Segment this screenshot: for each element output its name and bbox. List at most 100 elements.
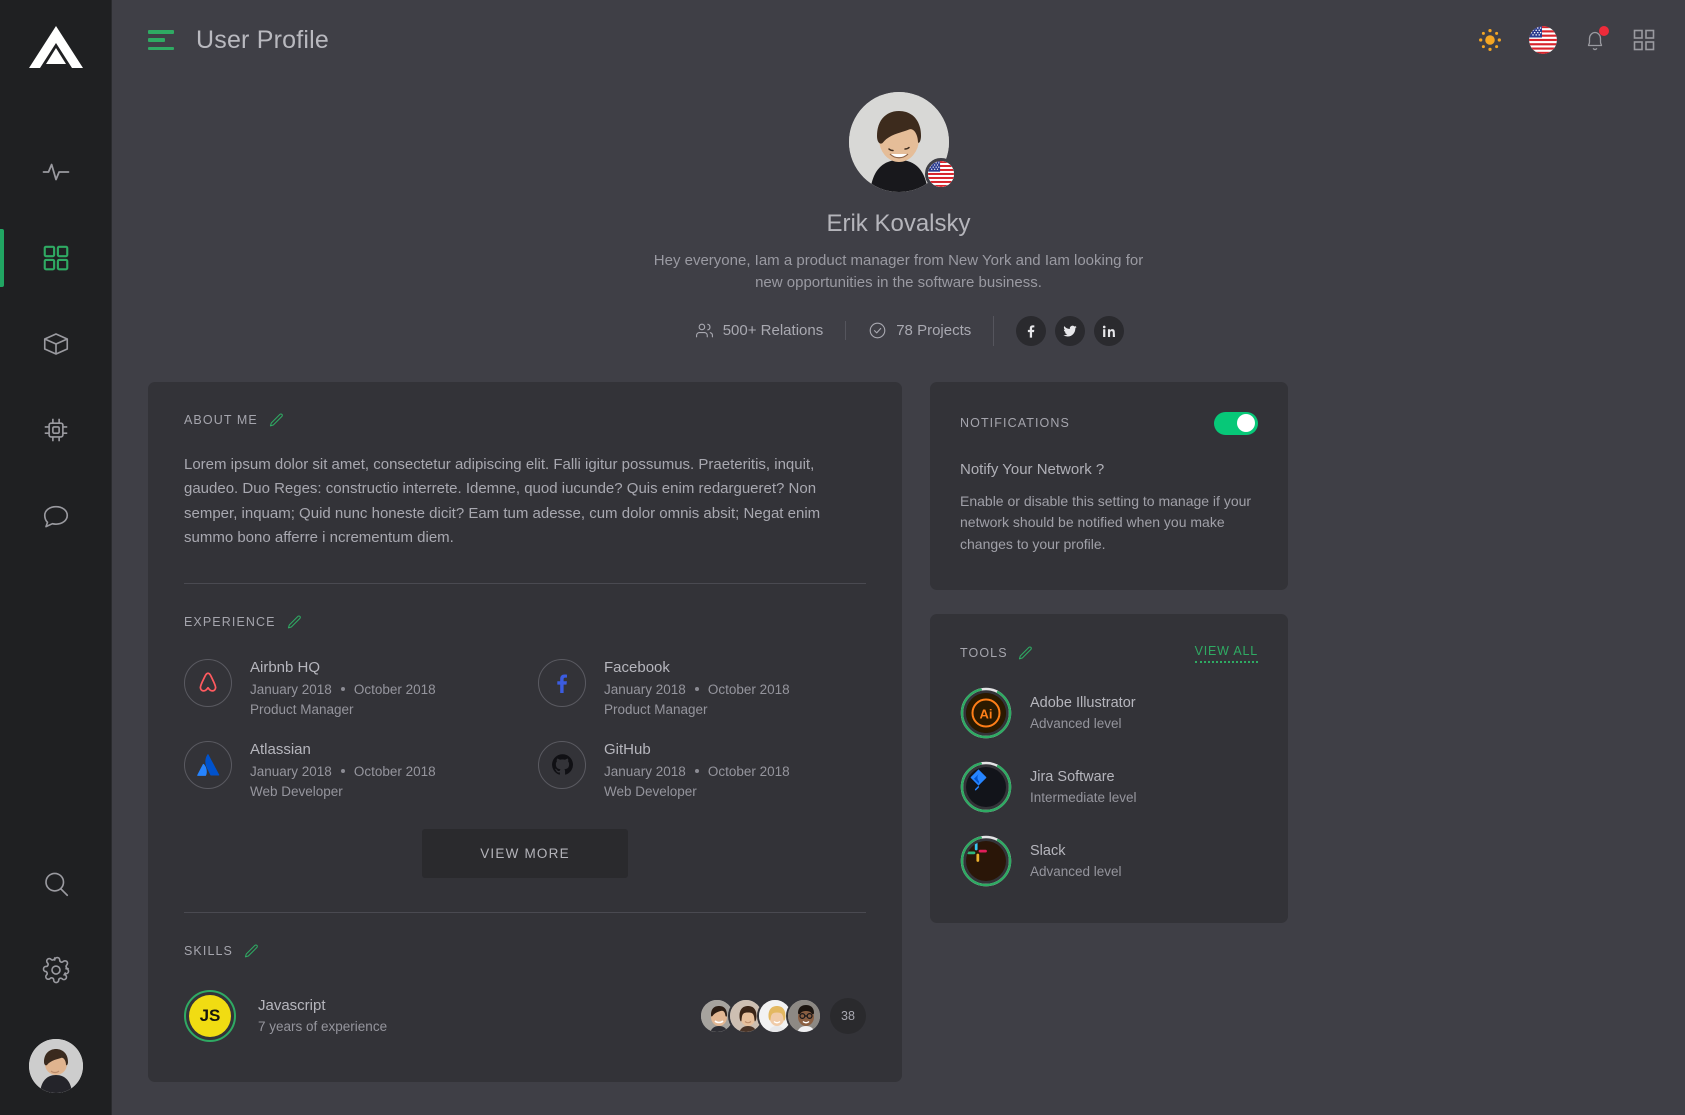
- profile-bio: Hey everyone, Iam a product manager from…: [653, 252, 1144, 291]
- experience-role: Product Manager: [250, 701, 354, 717]
- pencil-icon[interactable]: [243, 943, 260, 960]
- endorser-count-badge[interactable]: 38: [830, 997, 866, 1034]
- sidebar-item-components[interactable]: [0, 387, 111, 473]
- slack-icon: [967, 841, 987, 862]
- gear-icon: [42, 956, 69, 984]
- profile-details-card: ABOUT ME Lorem ipsum dolor sit amet, con…: [148, 381, 902, 1082]
- stat-projects[interactable]: 78 Projects: [845, 321, 993, 340]
- skills-header: SKILLS: [184, 943, 866, 960]
- skill-name: Javascript: [258, 997, 326, 1015]
- skill-item: JS Javascript 7 years of experience 38: [184, 989, 866, 1042]
- tool-name: Adobe Illustrator: [1030, 694, 1136, 711]
- notifications-description: Enable or disable this setting to manage…: [960, 492, 1252, 552]
- about-me-title: ABOUT ME: [184, 413, 258, 427]
- hamburger-icon[interactable]: [148, 30, 174, 50]
- sidebar-item-settings[interactable]: [0, 927, 111, 1013]
- section-divider: [184, 911, 866, 913]
- view-more-button[interactable]: VIEW MORE: [422, 828, 628, 878]
- experience-item[interactable]: Airbnb HQ January 2018 October 2018 Prod…: [184, 658, 512, 717]
- skill-meta: Javascript 7 years of experience: [258, 997, 387, 1034]
- search-icon: [44, 872, 68, 897]
- triangle-logo[interactable]: [28, 24, 84, 75]
- experience-role: Web Developer: [604, 783, 697, 799]
- sidebar-item-search[interactable]: [0, 841, 111, 927]
- apps-grid-icon: [1633, 29, 1655, 51]
- experience-item-body: Facebook January 2018 October 2018 Produ…: [604, 659, 790, 717]
- profile-avatar[interactable]: [848, 92, 957, 192]
- tool-item[interactable]: Jira Software Intermediate level: [960, 761, 1258, 813]
- experience-list: Airbnb HQ January 2018 October 2018 Prod…: [184, 658, 866, 799]
- experience-company: Airbnb HQ: [250, 658, 321, 676]
- about-me-text: Lorem ipsum dolor sit amet, consectetur …: [184, 455, 821, 547]
- grid-icon: [43, 245, 68, 271]
- check-circle-icon: [869, 322, 886, 339]
- stat-projects-label: 78 Projects: [896, 322, 972, 339]
- experience-end: October 2018: [353, 681, 436, 697]
- facebook-icon: [1028, 324, 1035, 338]
- sidebar-user-avatar[interactable]: [28, 1039, 83, 1093]
- facebook-logo: [538, 658, 586, 707]
- stat-relations[interactable]: 500+ Relations: [673, 321, 846, 340]
- tool-progress-ring: [960, 835, 1012, 887]
- section-divider: [184, 582, 866, 584]
- atlassian-logo: [184, 740, 232, 789]
- stat-relations-label: 500+ Relations: [722, 322, 824, 339]
- sidebar-item-messages[interactable]: [0, 473, 111, 559]
- pencil-icon[interactable]: [268, 412, 285, 429]
- tool-item[interactable]: Ai Adobe Illustrator Advanced level: [960, 687, 1258, 739]
- social-linkedin[interactable]: [1094, 315, 1125, 346]
- experience-header: EXPERIENCE: [184, 614, 866, 631]
- experience-company: Atlassian: [250, 740, 311, 758]
- tool-item-body: Jira Software Intermediate level: [1030, 769, 1137, 805]
- notifications-toggle[interactable]: [1214, 411, 1258, 435]
- endorser-avatar[interactable]: [786, 997, 822, 1034]
- sidebar: [0, 0, 112, 1115]
- activity-icon: [42, 163, 69, 181]
- pencil-icon[interactable]: [286, 614, 303, 631]
- experience-item-body: Airbnb HQ January 2018 October 2018 Prod…: [250, 659, 436, 717]
- topbar-actions: [1477, 26, 1655, 54]
- experience-dates: January 2018 October 2018: [604, 682, 790, 697]
- github-logo: [538, 740, 586, 789]
- airbnb-logo: [184, 658, 232, 707]
- chat-icon: [43, 505, 68, 528]
- tool-level: Advanced level: [1030, 863, 1122, 879]
- sidebar-item-activity[interactable]: [0, 129, 111, 215]
- experience-end: October 2018: [707, 763, 790, 779]
- adobe-illustrator-icon: Ai: [966, 692, 1006, 733]
- pencil-icon[interactable]: [1017, 645, 1034, 662]
- view-all-link[interactable]: VIEW ALL: [1194, 644, 1258, 663]
- tool-item[interactable]: Slack Advanced level: [960, 835, 1258, 887]
- page-title: User Profile: [196, 25, 329, 54]
- profile-name: Erik Kovalsky: [826, 210, 971, 237]
- tool-level: Advanced level: [1030, 715, 1122, 731]
- flag-us-image: [1529, 26, 1557, 54]
- atlassian-icon: [197, 754, 220, 776]
- tool-progress-ring: [960, 761, 1012, 813]
- experience-start: January 2018: [250, 763, 332, 779]
- endorser-avatar-image: [788, 999, 820, 1032]
- experience-item[interactable]: Facebook January 2018 October 2018 Produ…: [538, 658, 866, 717]
- skills-title: SKILLS: [184, 944, 233, 959]
- experience-title: EXPERIENCE: [184, 615, 276, 630]
- notifications-card: NOTIFICATIONS Notify Your Network ? Enab…: [930, 381, 1288, 590]
- profile-socials: [993, 315, 1125, 346]
- notifications-button[interactable]: [1583, 26, 1609, 53]
- experience-end: October 2018: [353, 763, 436, 779]
- social-twitter[interactable]: [1055, 315, 1086, 346]
- language-button[interactable]: [1529, 26, 1557, 54]
- experience-item[interactable]: GitHub January 2018 October 2018 Web Dev…: [538, 740, 866, 799]
- experience-item[interactable]: Atlassian January 2018 October 2018 Web …: [184, 740, 512, 799]
- content-area: ABOUT ME Lorem ipsum dolor sit amet, con…: [112, 346, 1685, 1082]
- tool-item-body: Slack Advanced level: [1030, 843, 1122, 879]
- tools-card: TOOLS VIEW ALL Ai Adobe Illustrator Adva…: [930, 613, 1288, 923]
- sidebar-item-packages[interactable]: [0, 301, 111, 387]
- sidebar-item-dashboard[interactable]: [0, 215, 111, 301]
- tools-title: TOOLS: [960, 646, 1008, 661]
- theme-toggle-button[interactable]: [1477, 27, 1503, 53]
- apps-button[interactable]: [1633, 29, 1655, 51]
- social-facebook[interactable]: [1016, 315, 1047, 346]
- about-me-header: ABOUT ME: [184, 412, 866, 429]
- javascript-badge-label: JS: [189, 994, 231, 1037]
- experience-role: Web Developer: [250, 783, 343, 799]
